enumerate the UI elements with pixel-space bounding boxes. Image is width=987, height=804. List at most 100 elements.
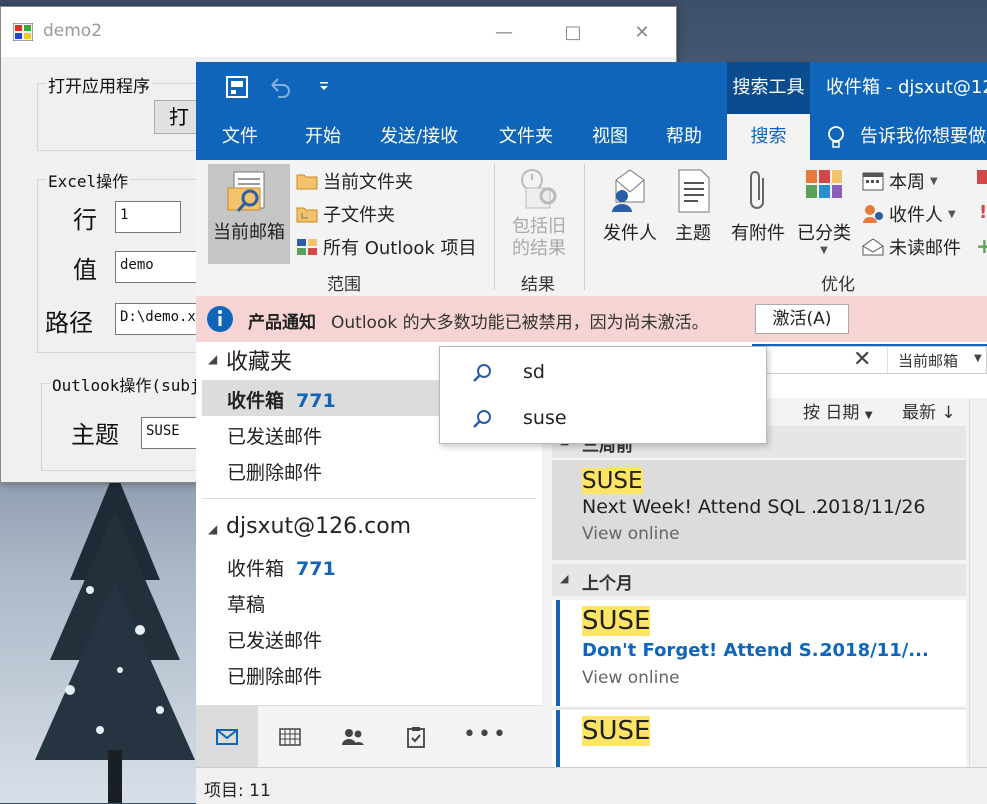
- message-subject: SUSE: [582, 606, 651, 636]
- importance-icon[interactable]: !: [979, 202, 987, 223]
- deleted-item[interactable]: 已删除邮件: [227, 662, 322, 689]
- has-attachments-button[interactable]: 有附件: [728, 168, 788, 245]
- subfolders-label: 子文件夹: [323, 205, 395, 226]
- tell-me-box[interactable]: 告诉我你想要做: [860, 114, 986, 160]
- favorites-header[interactable]: 收藏夹: [226, 344, 292, 376]
- sort-by-button[interactable]: 按 日期 ▼: [803, 398, 873, 423]
- tab-file[interactable]: 文件: [222, 114, 258, 160]
- categorized-button[interactable]: 已分类 ▼: [794, 168, 854, 256]
- collapse-favorites-icon[interactable]: ◢: [208, 352, 217, 366]
- has-attachments-label: 有附件: [731, 223, 785, 244]
- unread-button[interactable]: 未读邮件: [862, 234, 961, 260]
- search-scope[interactable]: 当前邮箱: [898, 350, 958, 371]
- outlook-title-bar[interactable]: 搜索工具 收件箱 - djsxut@12: [196, 62, 987, 114]
- tab-view[interactable]: 视图: [592, 114, 628, 160]
- send-receive-icon[interactable]: [224, 74, 250, 100]
- search-divider: [887, 347, 888, 373]
- excel-group-label: Excel操作: [46, 168, 131, 192]
- more-refine-icon[interactable]: +: [976, 234, 987, 258]
- status-bar: 项目: 11: [196, 767, 987, 804]
- row-label: 行: [73, 206, 97, 234]
- path-input[interactable]: D:\demo.x: [115, 303, 205, 335]
- clear-search-icon[interactable]: ✕: [853, 347, 871, 372]
- activate-button[interactable]: 激活(A): [755, 304, 849, 334]
- suggestion-item[interactable]: suse: [440, 395, 766, 441]
- chevron-down-icon: ▼: [930, 175, 938, 187]
- subfolders-button[interactable]: 子文件夹: [296, 201, 395, 227]
- from-button[interactable]: 发件人: [600, 168, 660, 245]
- fav-sent-item[interactable]: 已发送邮件: [227, 422, 322, 449]
- calendar-icon[interactable]: [279, 728, 301, 746]
- tab-send-receive[interactable]: 发送/接收: [380, 114, 458, 160]
- drafts-item[interactable]: 草稿: [227, 590, 265, 617]
- search-tools-label: 搜索工具: [727, 62, 810, 114]
- inbox-item[interactable]: 收件箱 771: [227, 554, 336, 581]
- sort-order-label: 最新: [902, 403, 936, 423]
- categories-icon: [806, 170, 842, 198]
- maximize-icon[interactable]: □: [550, 15, 596, 49]
- subject-button[interactable]: 主题: [670, 168, 716, 245]
- value-input[interactable]: demo: [115, 251, 205, 283]
- current-folder-button[interactable]: 当前文件夹: [296, 168, 413, 194]
- collapse-group-icon[interactable]: ◢: [560, 572, 568, 585]
- module-nav-bar: •••: [196, 705, 542, 768]
- collapse-account-icon[interactable]: ◢: [208, 522, 217, 536]
- all-outlook-items-button[interactable]: 所有 Outlook 项目: [296, 234, 477, 260]
- close-icon[interactable]: ✕: [619, 15, 665, 49]
- refine-group-label: 优化: [821, 275, 855, 295]
- mailbox-search-icon: [227, 171, 265, 212]
- unread-indicator: [556, 710, 560, 767]
- results-group-label: 结果: [521, 275, 555, 295]
- current-mailbox-button[interactable]: 当前邮箱: [208, 164, 290, 264]
- message-item[interactable]: SUSE: [552, 710, 966, 767]
- flag-icon[interactable]: [977, 170, 987, 184]
- account-header[interactable]: djsxut@126.com: [226, 514, 411, 539]
- sort-order-button[interactable]: 最新 ↓: [902, 398, 956, 423]
- older-results-icon: [521, 169, 557, 209]
- message-date: 2018/11/26: [816, 496, 926, 518]
- undo-icon[interactable]: [268, 76, 292, 98]
- fav-deleted-item[interactable]: 已删除邮件: [227, 458, 322, 485]
- sent-item[interactable]: 已发送邮件: [227, 626, 322, 653]
- row-input[interactable]: 1: [115, 201, 181, 233]
- inbox-label: 收件箱: [227, 558, 285, 580]
- customize-qat-icon[interactable]: [318, 82, 330, 92]
- this-week-button[interactable]: 本周 ▼: [862, 168, 938, 194]
- chevron-down-icon[interactable]: ▼: [974, 353, 982, 364]
- demo2-title-bar[interactable]: demo2 — □ ✕: [1, 7, 676, 57]
- group-header-label: 上个月: [582, 574, 633, 594]
- categorized-label: 已分类: [797, 223, 851, 244]
- group-header[interactable]: ◢ 上个月: [552, 564, 966, 596]
- unread-indicator: [556, 600, 560, 706]
- fav-inbox-count: 771: [296, 390, 336, 412]
- window-title: 收件箱 - djsxut@12: [826, 77, 987, 98]
- search-box[interactable]: ✕ 当前邮箱 ▼: [752, 346, 987, 374]
- tab-search[interactable]: 搜索: [727, 114, 810, 160]
- message-item[interactable]: SUSE Next Week! Attend SQL ... 2018/11/2…: [552, 460, 966, 560]
- inbox-count: 771: [296, 558, 336, 580]
- item-count: 项目: 11: [204, 781, 271, 801]
- scrollbar[interactable]: [969, 398, 987, 767]
- include-older-results-button[interactable]: 包括旧 的结果: [504, 166, 574, 266]
- tab-folder[interactable]: 文件夹: [499, 114, 553, 160]
- minimize-icon[interactable]: —: [481, 15, 527, 49]
- tab-home[interactable]: 开始: [305, 114, 341, 160]
- message-preview: Don't Forget! Attend S...: [582, 640, 833, 661]
- sent-to-button[interactable]: 收件人 ▼: [862, 201, 956, 227]
- nav-divider: [202, 498, 536, 499]
- mail-module[interactable]: [196, 706, 258, 768]
- mail-icon: [216, 729, 238, 745]
- tasks-icon[interactable]: [406, 726, 426, 748]
- people-icon[interactable]: [341, 727, 365, 747]
- all-outlook-items-label: 所有 Outlook 项目: [323, 238, 477, 259]
- message-snippet: View online: [582, 524, 680, 544]
- suggestion-item[interactable]: sd: [440, 349, 766, 395]
- message-item[interactable]: SUSE Don't Forget! Attend S... 2018/11/.…: [552, 600, 966, 706]
- folder-icon: [296, 174, 318, 190]
- unread-label: 未读邮件: [889, 238, 961, 259]
- notice-text: Outlook 的大多数功能已被禁用，因为尚未激活。: [331, 313, 709, 333]
- sort-by-label: 按 日期: [803, 403, 860, 423]
- more-modules-icon[interactable]: •••: [463, 722, 508, 747]
- ribbon-separator: [584, 164, 585, 290]
- tab-help[interactable]: 帮助: [666, 114, 702, 160]
